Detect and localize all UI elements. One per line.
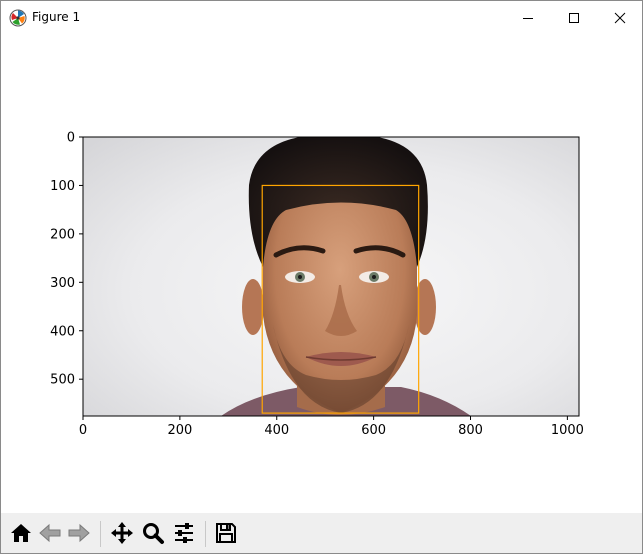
matplotlib-logo-icon [9,9,27,27]
plot-area[interactable]: 0 200 400 600 800 1000 0 100 200 300 400 500 [1,35,642,513]
figure-canvas[interactable]: 0 200 400 600 800 1000 0 100 200 300 400 500 [1,35,642,513]
forward-button[interactable] [65,519,93,547]
sliders-icon [175,523,193,543]
x-tick-label: 400 [264,423,289,438]
window-title: Figure 1 [32,10,81,24]
x-axis: 0 200 400 600 800 1000 [79,416,584,438]
maximize-icon [569,13,579,23]
x-tick-label: 600 [361,423,386,438]
close-button[interactable] [597,1,643,35]
forward-arrow-icon [68,523,90,543]
close-icon [614,12,626,24]
y-tick-label: 400 [50,324,75,339]
minimize-button[interactable] [505,1,551,35]
save-icon [216,523,236,543]
zoom-button[interactable] [139,519,167,547]
zoom-icon [143,523,164,544]
save-button[interactable] [212,519,240,547]
toolbar-separator [205,521,206,547]
y-axis: 0 100 200 300 400 500 [50,131,83,388]
configure-subplots-button[interactable] [170,519,198,547]
title-bar[interactable]: Figure 1 [1,1,642,35]
x-tick-label: 800 [458,423,483,438]
x-tick-label: 0 [79,423,87,438]
y-tick-label: 300 [50,276,75,291]
y-tick-label: 500 [50,373,75,388]
home-button[interactable] [7,519,35,547]
navigation-toolbar [1,513,642,553]
pan-icon [111,522,133,544]
y-tick-label: 0 [67,131,75,146]
y-tick-label: 100 [50,179,75,194]
portrait-image [83,137,579,416]
y-tick-label: 200 [50,227,75,242]
x-tick-label: 1000 [551,423,584,438]
figure-window: Figure 1 0 200 400 600 800 1000 0 100 20… [0,0,643,554]
home-icon [11,524,31,542]
minimize-icon [523,18,533,19]
back-button[interactable] [36,519,64,547]
back-arrow-icon [39,523,61,543]
pan-button[interactable] [108,519,136,547]
toolbar-separator [100,521,101,547]
x-tick-label: 200 [167,423,192,438]
maximize-button[interactable] [551,1,597,35]
